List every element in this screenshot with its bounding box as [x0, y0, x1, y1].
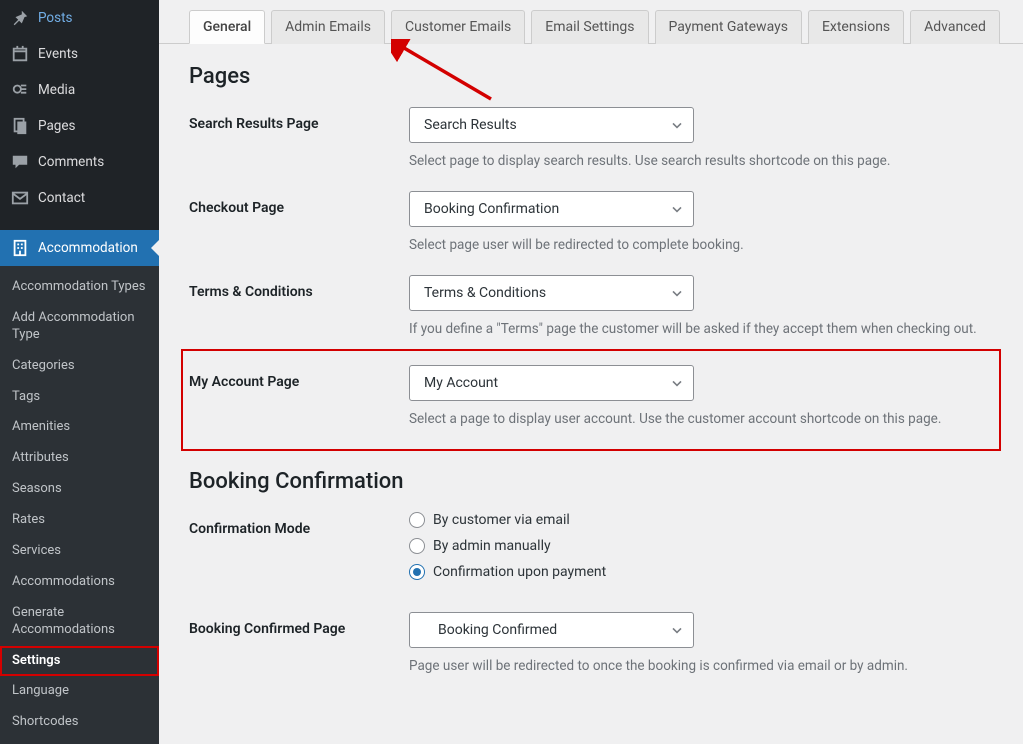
radio-icon: [409, 564, 425, 580]
sidebar-item-pages[interactable]: Pages: [0, 108, 159, 144]
sidebar-item-label: Contact: [38, 190, 85, 206]
field-description: Select page user will be redirected to c…: [409, 237, 993, 253]
sub-item-categories[interactable]: Categories: [0, 351, 159, 382]
select-value: Booking Confirmation: [424, 201, 559, 217]
field-label: My Account Page: [189, 365, 409, 390]
chevron-down-icon: [669, 201, 685, 217]
building-icon: [10, 238, 30, 258]
tab-payment-gateways[interactable]: Payment Gateways: [655, 10, 802, 44]
tab-email-settings[interactable]: Email Settings: [531, 10, 648, 44]
radio-label: By admin manually: [433, 538, 551, 554]
sub-item-generate-accommodations[interactable]: Generate Accommodations: [0, 598, 159, 646]
sidebar-item-label: Accommodation: [38, 240, 138, 256]
select-value: Search Results: [424, 117, 517, 133]
sub-item-settings[interactable]: Settings: [0, 646, 159, 677]
highlight-my-account: My Account Page My Account Select a page…: [183, 351, 999, 449]
admin-sidebar: Posts Events Media Pages Comments Contac…: [0, 0, 159, 698]
sub-item-accommodations[interactable]: Accommodations: [0, 567, 159, 598]
row-terms: Terms & Conditions Terms & Conditions If…: [189, 275, 993, 337]
tab-customer-emails[interactable]: Customer Emails: [391, 10, 525, 44]
mail-icon: [10, 188, 30, 208]
sidebar-item-contact[interactable]: Contact: [0, 180, 159, 216]
sidebar-item-label: Posts: [38, 10, 72, 26]
tab-general[interactable]: General: [189, 10, 265, 44]
select-search-results-page[interactable]: Search Results: [409, 107, 694, 143]
pages-icon: [10, 116, 30, 136]
field-label: Confirmation Mode: [189, 512, 409, 537]
field-label: Checkout Page: [189, 191, 409, 216]
sidebar-item-posts[interactable]: Posts: [0, 0, 159, 36]
sidebar-item-accommodation[interactable]: Accommodation: [0, 230, 159, 266]
sub-item-attributes[interactable]: Attributes: [0, 443, 159, 474]
media-icon: [10, 80, 30, 100]
section-title-pages: Pages: [189, 64, 993, 89]
sub-item-amenities[interactable]: Amenities: [0, 412, 159, 443]
row-my-account: My Account Page My Account Select a page…: [189, 365, 993, 427]
sub-item-tags[interactable]: Tags: [0, 382, 159, 413]
sidebar-item-label: Media: [38, 82, 75, 98]
field-description: Select page to display search results. U…: [409, 153, 993, 169]
sidebar-item-label: Comments: [38, 154, 104, 170]
tab-advanced[interactable]: Advanced: [910, 10, 1000, 44]
sub-item-accommodation-types[interactable]: Accommodation Types: [0, 272, 159, 303]
sidebar-item-media[interactable]: Media: [0, 72, 159, 108]
radio-icon: [409, 538, 425, 554]
sub-item-shortcodes[interactable]: Shortcodes: [0, 707, 159, 738]
sub-item-services[interactable]: Services: [0, 536, 159, 567]
sub-item-add-accommodation-type[interactable]: Add Accommodation Type: [0, 303, 159, 351]
tab-extensions[interactable]: Extensions: [808, 10, 904, 44]
row-booking-confirmed: Booking Confirmed Page Booking Confirmed…: [189, 612, 993, 674]
field-description: If you define a "Terms" page the custome…: [409, 321, 993, 337]
radio-option-admin-manually[interactable]: By admin manually: [409, 538, 993, 554]
chevron-down-icon: [669, 622, 685, 638]
tab-admin-emails[interactable]: Admin Emails: [271, 10, 385, 44]
chevron-down-icon: [669, 375, 685, 391]
field-description: Select a page to display user account. U…: [409, 411, 993, 427]
sub-item-rates[interactable]: Rates: [0, 505, 159, 536]
chevron-down-icon: [669, 285, 685, 301]
row-checkout: Checkout Page Booking Confirmation Selec…: [189, 191, 993, 253]
radio-option-upon-payment[interactable]: Confirmation upon payment: [409, 564, 993, 580]
radio-label: By customer via email: [433, 512, 570, 528]
row-search-results: Search Results Page Search Results Selec…: [189, 107, 993, 169]
select-value: Booking Confirmed: [438, 622, 557, 638]
sub-item-seasons[interactable]: Seasons: [0, 474, 159, 505]
radio-icon: [409, 512, 425, 528]
select-booking-confirmed-page[interactable]: Booking Confirmed: [409, 612, 694, 648]
row-confirm-mode: Confirmation Mode By customer via email …: [189, 512, 993, 590]
main-panel: General Admin Emails Customer Emails Ema…: [159, 0, 1023, 698]
field-label: Terms & Conditions: [189, 275, 409, 300]
select-my-account-page[interactable]: My Account: [409, 365, 694, 401]
radio-label: Confirmation upon payment: [433, 564, 606, 580]
select-value: Terms & Conditions: [424, 285, 546, 301]
section-title-booking: Booking Confirmation: [189, 469, 993, 494]
settings-tabs: General Admin Emails Customer Emails Ema…: [159, 0, 1023, 44]
sidebar-submenu: Accommodation Types Add Accommodation Ty…: [0, 266, 159, 744]
calendar-icon: [10, 44, 30, 64]
select-value: My Account: [424, 375, 498, 391]
chevron-down-icon: [669, 117, 685, 133]
select-checkout-page[interactable]: Booking Confirmation: [409, 191, 694, 227]
comments-icon: [10, 152, 30, 172]
sidebar-item-label: Pages: [38, 118, 76, 134]
sub-item-language[interactable]: Language: [0, 676, 159, 707]
select-terms-page[interactable]: Terms & Conditions: [409, 275, 694, 311]
field-label: Booking Confirmed Page: [189, 612, 409, 637]
sidebar-item-comments[interactable]: Comments: [0, 144, 159, 180]
sidebar-item-events[interactable]: Events: [0, 36, 159, 72]
field-description: Page user will be redirected to once the…: [409, 658, 993, 674]
radio-option-customer-email[interactable]: By customer via email: [409, 512, 993, 528]
field-label: Search Results Page: [189, 107, 409, 132]
sidebar-item-label: Events: [38, 46, 78, 62]
pin-icon: [10, 8, 30, 28]
